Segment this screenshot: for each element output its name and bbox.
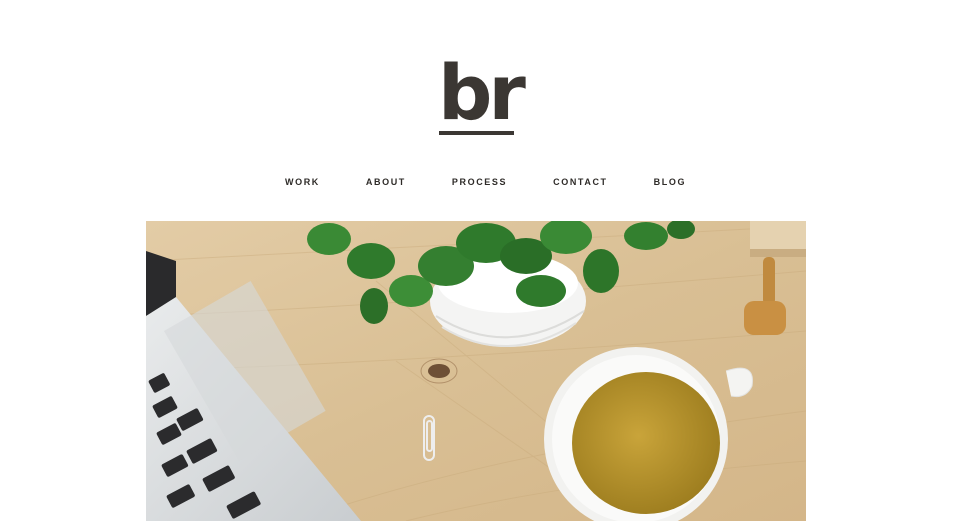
nav-item-about[interactable]: ABOUT (366, 177, 406, 187)
nav-item-process[interactable]: PROCESS (452, 177, 507, 187)
nav-separator (624, 167, 635, 197)
logo-underline (439, 131, 514, 135)
hero-image (146, 221, 806, 521)
main-nav: WORK ABOUT PROCESS CONTACT BLOG (285, 166, 684, 198)
nav-separator (423, 167, 433, 197)
logo-link[interactable]: br (438, 48, 526, 137)
logo-text: br (438, 48, 526, 137)
nav-separator (337, 167, 347, 197)
nav-item-work[interactable]: WORK (285, 177, 320, 187)
nav-separator (524, 167, 534, 197)
nav-item-contact[interactable]: CONTACT (553, 177, 608, 187)
nav-item-blog[interactable]: BLOG (654, 177, 686, 187)
wood-knot (428, 364, 450, 378)
